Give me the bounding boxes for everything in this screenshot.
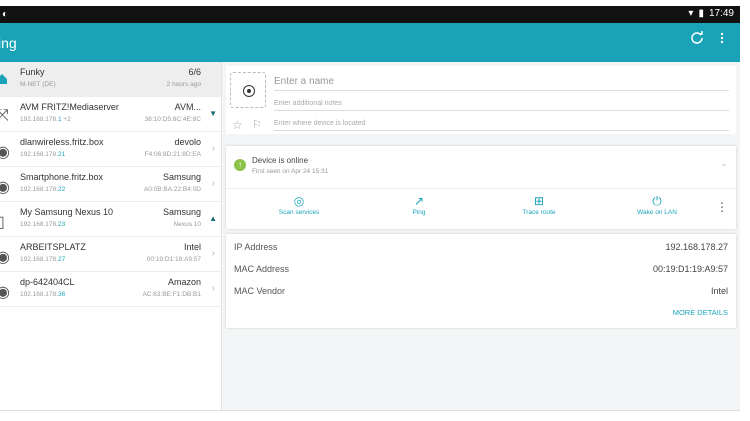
device-row[interactable]: ◉ dlanwireless.fritz.box 192.168.178.21 … <box>0 132 221 167</box>
star-icon[interactable]: ☆ <box>232 118 243 132</box>
mac-row: MAC Address 00:19:D1:19:A9:57 <box>234 264 728 274</box>
share-icon: ⤧ <box>0 107 9 124</box>
power-icon: ⏻ <box>652 194 662 208</box>
device-name: Funky <box>20 67 45 77</box>
device-mac: AC:63:BE:F1:DB:B1 <box>142 291 201 298</box>
device-vendor: AVM... <box>174 102 201 112</box>
info-card: IP Address 192.168.178.27 MAC Address 00:1… <box>226 234 736 328</box>
device-ip: 192.168.178.23 <box>20 221 66 228</box>
device-list: Funky M-NET (DE) 6/6 2 hours ago ⤧ AVM F… <box>0 62 222 410</box>
chevron-right-icon: › <box>211 248 215 259</box>
device-row[interactable]: ◉ Smartphone.fritz.box 192.168.178.22 Sa… <box>0 167 221 202</box>
more-vert-icon[interactable]: ⋮ <box>716 200 728 214</box>
device-name: ARBEITSPLATZ <box>20 242 86 252</box>
device-header: Enter a name Enter additional notes ☆ ⚐ … <box>226 66 736 134</box>
divider <box>226 188 736 189</box>
dot-icon: ◉ <box>0 144 10 161</box>
online-status: Device is online <box>252 156 309 165</box>
device-vendor: Samsung <box>162 172 201 182</box>
vendor-row: MAC Vendor Intel <box>234 286 728 296</box>
trace-route-button[interactable]: ⊞ Trace route <box>499 194 579 216</box>
device-vendor: devolo <box>174 137 201 147</box>
device-mac: 38:10:D5:8C:4E:8C <box>144 116 201 123</box>
ping-icon: ↗ <box>413 194 425 208</box>
device-model: Nexus 10 <box>173 221 201 228</box>
device-ip: 192.168.178.22 <box>20 186 66 193</box>
ip-row: IP Address 192.168.178.27 <box>234 242 728 252</box>
device-row[interactable]: ⤧ AVM FRITZ!Mediaserver 192.168.178.1 +2… <box>0 97 221 132</box>
dot-icon: ◉ <box>0 179 10 196</box>
device-time: 2 hours ago <box>166 81 201 88</box>
app-bar: ing <box>0 23 740 62</box>
chevron-right-icon: › <box>211 143 215 154</box>
device-row[interactable]: ◉ dp-642404CL 192.168.178.36 Amazon AC:6… <box>0 272 221 307</box>
first-seen: First seen on Apr 24 15:31 <box>252 168 329 175</box>
person-icon: ▲ <box>209 214 217 223</box>
dot-icon: ◉ <box>0 284 10 301</box>
chevron-down-icon[interactable]: ⌄ <box>720 158 728 169</box>
device-row[interactable]: ◉ ARBEITSPLATZ 192.168.178.27 Intel 00:1… <box>0 237 221 272</box>
device-avatar[interactable] <box>230 72 266 108</box>
dot-icon: ◉ <box>0 249 10 266</box>
online-icon: ↑ <box>234 159 246 171</box>
device-name: Smartphone.fritz.box <box>20 172 104 182</box>
mac-value: 00:19:D1:19:A9:57 <box>652 264 728 274</box>
expand-icon[interactable]: ▼ <box>209 109 217 118</box>
device-row[interactable]: ▯ My Samsung Nexus 10 192.168.178.23 Sam… <box>0 202 221 237</box>
more-details-link[interactable]: MORE DETAILS <box>673 308 728 317</box>
device-name: dp-642404CL <box>20 277 75 287</box>
ping-button[interactable]: ↗ Ping <box>379 194 459 216</box>
chevron-right-icon: › <box>211 283 215 294</box>
ip-value: 192.168.178.27 <box>665 242 728 252</box>
trace-route-icon: ⊞ <box>533 194 545 208</box>
flag-icon[interactable]: ⚐ <box>252 118 262 131</box>
app-title: ing <box>0 35 17 51</box>
device-mac: A0:0B:BA:22:B4:0D <box>143 186 201 193</box>
chevron-right-icon: › <box>211 178 215 189</box>
device-ip: 192.168.178.36 <box>20 291 66 298</box>
refresh-icon[interactable] <box>690 31 704 45</box>
device-name: AVM FRITZ!Mediaserver <box>20 102 119 112</box>
battery-icon: ▮ <box>698 8 704 19</box>
content-frame: Funky M-NET (DE) 6/6 2 hours ago ⤧ AVM F… <box>0 62 740 411</box>
device-mac: 00:19:D1:19:A9:57 <box>146 256 201 263</box>
device-location-input[interactable]: Enter where device is located <box>274 120 729 131</box>
status-bar: ◐ ▾ ▮ 17:49 <box>0 6 740 23</box>
device-row-network[interactable]: Funky M-NET (DE) 6/6 2 hours ago <box>0 62 221 97</box>
device-ip: 192.168.178.27 <box>20 256 66 263</box>
tablet-icon: ▯ <box>0 214 5 231</box>
device-vendor: Samsung <box>162 207 201 217</box>
status-left-icon: ◐ <box>2 9 9 20</box>
online-card: ↑ Device is online First seen on Apr 24 … <box>226 146 736 229</box>
device-ip: 192.168.178.1 +2 <box>20 116 71 123</box>
device-count: 6/6 <box>188 67 201 77</box>
device-sub: M-NET (DE) <box>20 81 56 88</box>
wifi-icon: ▾ <box>688 8 694 19</box>
wake-on-lan-button[interactable]: ⏻ Wake on LAN <box>617 194 697 216</box>
device-notes-input[interactable]: Enter additional notes <box>274 100 729 111</box>
device-name: dlanwireless.fritz.box <box>20 137 104 147</box>
device-ip: 192.168.178.21 <box>20 151 66 158</box>
scan-services-button[interactable]: ◎ Scan services <box>259 194 339 216</box>
device-vendor: Intel <box>183 242 201 252</box>
device-vendor: Amazon <box>167 277 201 287</box>
overflow-menu-icon[interactable] <box>720 32 724 44</box>
device-type-icon <box>243 85 255 97</box>
device-mac: F4:06:8D:21:8D:EA <box>144 151 201 158</box>
home-icon <box>0 72 8 84</box>
device-name-input[interactable]: Enter a name <box>274 76 729 91</box>
device-name: My Samsung Nexus 10 <box>20 207 114 217</box>
search-icon: ◎ <box>293 194 305 208</box>
vendor-value: Intel <box>710 286 728 296</box>
status-time: 17:49 <box>708 8 734 19</box>
